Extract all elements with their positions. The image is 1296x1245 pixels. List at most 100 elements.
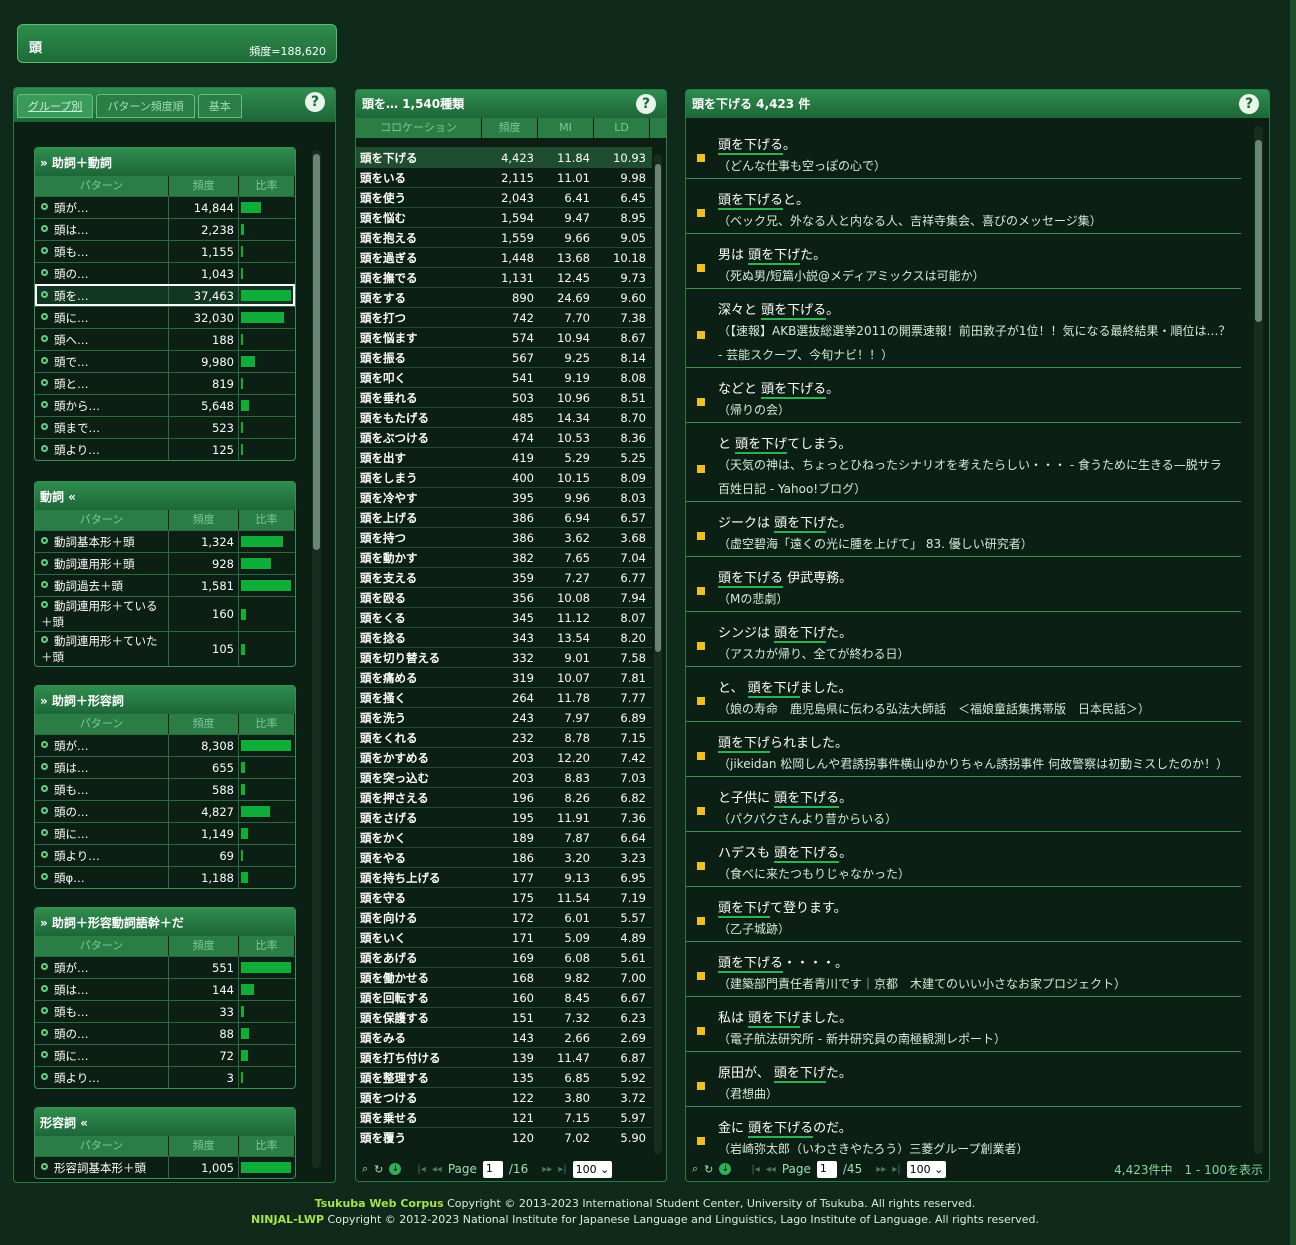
example-item[interactable]: ハデスも 頭を下げる。 （食べに来たつもりじゃなかった） xyxy=(686,832,1241,887)
collocation-row[interactable]: 頭を過ぎる 1,448 13.68 10.18 xyxy=(356,247,652,267)
example-item[interactable]: 頭を下げる 伊武専務。 （Mの悲劇） xyxy=(686,557,1241,612)
example-item[interactable]: 男は 頭を下げた。 （死ぬ男/短篇小説@メディアミックスは可能か） xyxy=(686,234,1241,289)
col-pattern[interactable]: パターン xyxy=(35,176,169,196)
col-ratio[interactable]: 比率 xyxy=(239,176,295,196)
collocation-row[interactable]: 頭をさげる 195 11.91 7.36 xyxy=(356,807,652,827)
col-frequency[interactable]: 頻度 xyxy=(169,176,239,196)
example-item[interactable]: 深々と 頭を下げる。 （【速報】AKB選抜総選挙2011の開票速報！前田敦子が1位… xyxy=(686,289,1241,368)
pattern-row[interactable]: 頭に… 32,030 xyxy=(35,306,295,328)
pattern-row[interactable]: 頭も… 1,155 xyxy=(35,240,295,262)
col-ratio[interactable]: 比率 xyxy=(239,510,295,530)
pattern-row[interactable]: 頭へ… 188 xyxy=(35,328,295,350)
collocation-row[interactable]: 頭を向ける 172 6.01 5.57 xyxy=(356,907,652,927)
collocation-row[interactable]: 頭を打つ 742 7.70 7.38 xyxy=(356,307,652,327)
example-item[interactable]: 頭を下げられました。 （jikeidan 松岡しんや君誘拐事件横山ゆかりちゃん誘拐… xyxy=(686,722,1241,777)
collocation-row[interactable]: 頭を悩ます 574 10.94 8.67 xyxy=(356,327,652,347)
example-item[interactable]: と 頭を下げてしまう。 （天気の神は、ちょっとひねったシナリオを考えたらしい・・・… xyxy=(686,423,1241,502)
collocation-row[interactable]: 頭をあげる 169 6.08 5.61 xyxy=(356,947,652,967)
collocation-row[interactable]: 頭をしまう 400 10.15 8.09 xyxy=(356,467,652,487)
collocation-row[interactable]: 頭をみる 143 2.66 2.69 xyxy=(356,1027,652,1047)
search-icon[interactable]: ⌕ xyxy=(362,1162,368,1176)
collocation-row[interactable]: 頭を持ち上げる 177 9.13 6.95 xyxy=(356,867,652,887)
tab-basic[interactable]: 基本 xyxy=(197,94,242,118)
collocation-row[interactable]: 頭を整理する 135 6.85 5.92 xyxy=(356,1067,652,1087)
col-pattern[interactable]: パターン xyxy=(35,936,169,956)
first-page-icon[interactable]: |◂ xyxy=(751,1164,759,1175)
collocation-row[interactable]: 頭を回転する 160 8.45 6.67 xyxy=(356,987,652,1007)
pattern-row[interactable]: 頭より… 125 xyxy=(35,438,295,460)
example-item[interactable]: 金に 頭を下げるのだ。 （岩崎弥太郎（いわさきやたろう）三菱グループ創業者） xyxy=(686,1107,1241,1154)
col-frequency[interactable]: 頻度 xyxy=(169,510,239,530)
pattern-row[interactable]: 頭の… 88 xyxy=(35,1022,295,1044)
collocation-row[interactable]: 頭を覆う 120 7.02 5.90 xyxy=(356,1127,652,1147)
example-item[interactable]: 頭を下げる・・・・。 （建築部門責任者青川です｜京都 木建てのいい小さなお家プロジ… xyxy=(686,942,1241,997)
pattern-row[interactable]: 頭は… 144 xyxy=(35,978,295,1000)
collocation-row[interactable]: 頭を洗う 243 7.97 6.89 xyxy=(356,707,652,727)
collocation-row[interactable]: 頭を働かせる 168 9.82 7.00 xyxy=(356,967,652,987)
rows-per-page-select[interactable]: 100 ⌄ xyxy=(572,1160,613,1178)
example-item[interactable]: 原田が、 頭を下げた。 （君想曲） xyxy=(686,1052,1241,1107)
example-item[interactable]: と子供に 頭を下げる。 （パクパクさんより昔からいる） xyxy=(686,777,1241,832)
pattern-scrollbar[interactable] xyxy=(312,150,321,1168)
col-frequency[interactable]: 頻度 xyxy=(169,936,239,956)
pattern-row[interactable]: 頭φ… 1,188 xyxy=(35,866,295,888)
collocation-scrollbar-thumb[interactable] xyxy=(655,164,661,652)
tab-group[interactable]: グループ別 xyxy=(17,94,94,118)
collocation-row[interactable]: 頭を動かす 382 7.65 7.04 xyxy=(356,547,652,567)
collocation-row[interactable]: 頭を殴る 356 10.08 7.94 xyxy=(356,587,652,607)
next-page-icon[interactable]: ▸▸ xyxy=(876,1164,886,1175)
example-item[interactable]: 私は 頭を下げました。 （電子航法研究所 - 新井研究員の南極観測レポート） xyxy=(686,997,1241,1052)
pattern-row[interactable]: 頭が… 551 xyxy=(35,956,295,978)
collocation-row[interactable]: 頭を下げる 4,423 11.84 10.93 xyxy=(356,147,652,167)
prev-page-icon[interactable]: ◂◂ xyxy=(766,1164,776,1175)
collocation-row[interactable]: 頭を使う 2,043 6.41 6.45 xyxy=(356,187,652,207)
pattern-row[interactable]: 頭も… 33 xyxy=(35,1000,295,1022)
collocation-row[interactable]: 頭を上げる 386 6.94 6.57 xyxy=(356,507,652,527)
pattern-row[interactable]: 頭の… 4,827 xyxy=(35,800,295,822)
col-pattern[interactable]: パターン xyxy=(35,714,169,734)
pattern-row[interactable]: 頭が… 14,844 xyxy=(35,196,295,218)
help-icon[interactable]: ? xyxy=(1239,94,1259,114)
collocation-row[interactable]: 頭を持つ 386 3.62 3.68 xyxy=(356,527,652,547)
first-page-icon[interactable]: |◂ xyxy=(417,1164,425,1175)
pattern-row[interactable]: 動詞過去＋頭 1,581 xyxy=(35,574,295,596)
collocation-row[interactable]: 頭をやる 186 3.20 3.23 xyxy=(356,847,652,867)
col-ratio[interactable]: 比率 xyxy=(239,714,295,734)
tab-pattern-frequency[interactable]: パターン頻度順 xyxy=(96,94,195,118)
help-icon[interactable]: ? xyxy=(305,92,325,112)
collocation-row[interactable]: 頭をいく 171 5.09 4.89 xyxy=(356,927,652,947)
pattern-row[interactable]: 動詞基本形＋頭 1,324 xyxy=(35,530,295,552)
pattern-scrollbar-thumb[interactable] xyxy=(313,154,320,550)
example-item[interactable]: シンジは 頭を下げた。 （アスカが帰り、全てが終わる日） xyxy=(686,612,1241,667)
collocation-row[interactable]: 頭を掻く 264 11.78 7.77 xyxy=(356,687,652,707)
collocation-row[interactable]: 頭をぶつける 474 10.53 8.36 xyxy=(356,427,652,447)
group-title[interactable]: » 助詞＋形容動詞語幹＋だ xyxy=(35,908,295,936)
footer-brand-1[interactable]: Tsukuba Web Corpus xyxy=(315,1197,444,1210)
pattern-row[interactable]: 頭を… 37,463 xyxy=(35,284,295,306)
collocation-row[interactable]: 頭を撫でる 1,131 12.45 9.73 xyxy=(356,267,652,287)
last-page-icon[interactable]: ▸| xyxy=(892,1164,900,1175)
help-icon[interactable]: ? xyxy=(636,94,656,114)
collocation-row[interactable]: 頭をいる 2,115 11.01 9.98 xyxy=(356,167,652,187)
example-item[interactable]: 頭を下げると。 （ベック兄、外なる人と内なる人、吉祥寺集会、喜びのメッセージ集） xyxy=(686,179,1241,234)
example-item[interactable]: などと 頭を下げる。 （帰りの会） xyxy=(686,368,1241,423)
collocation-row[interactable]: 頭をくれる 232 8.78 7.15 xyxy=(356,727,652,747)
col-ratio[interactable]: 比率 xyxy=(239,936,295,956)
col-frequency[interactable]: 頻度 xyxy=(169,714,239,734)
example-item[interactable]: 頭を下げて登ります。 （乙子城跡） xyxy=(686,887,1241,942)
collocation-scrollbar[interactable] xyxy=(654,154,662,1154)
collocation-row[interactable]: 頭を突っ込む 203 8.83 7.03 xyxy=(356,767,652,787)
collocation-row[interactable]: 頭をする 890 24.69 9.60 xyxy=(356,287,652,307)
concordance-scrollbar[interactable] xyxy=(1254,126,1263,1154)
group-title[interactable]: 動詞 « xyxy=(35,482,295,510)
col-collocation[interactable]: コロケーション xyxy=(356,118,482,138)
footer-brand-2[interactable]: NINJAL-LWP xyxy=(251,1213,324,1226)
page-input[interactable]: 1 xyxy=(816,1160,837,1178)
refresh-icon[interactable]: ↻ xyxy=(374,1163,383,1176)
collocation-row[interactable]: 頭を打ち付ける 139 11.47 6.87 xyxy=(356,1047,652,1067)
rows-per-page-select[interactable]: 100 ⌄ xyxy=(906,1160,947,1178)
example-item[interactable]: ジークは 頭を下げた。 （虚空碧海「遠くの光に腫を上げて」 83. 優しい研究者） xyxy=(686,502,1241,557)
next-page-icon[interactable]: ▸▸ xyxy=(542,1164,552,1175)
collocation-row[interactable]: 頭を出す 419 5.29 5.25 xyxy=(356,447,652,467)
group-title[interactable]: » 助詞＋形容詞 xyxy=(35,686,295,714)
